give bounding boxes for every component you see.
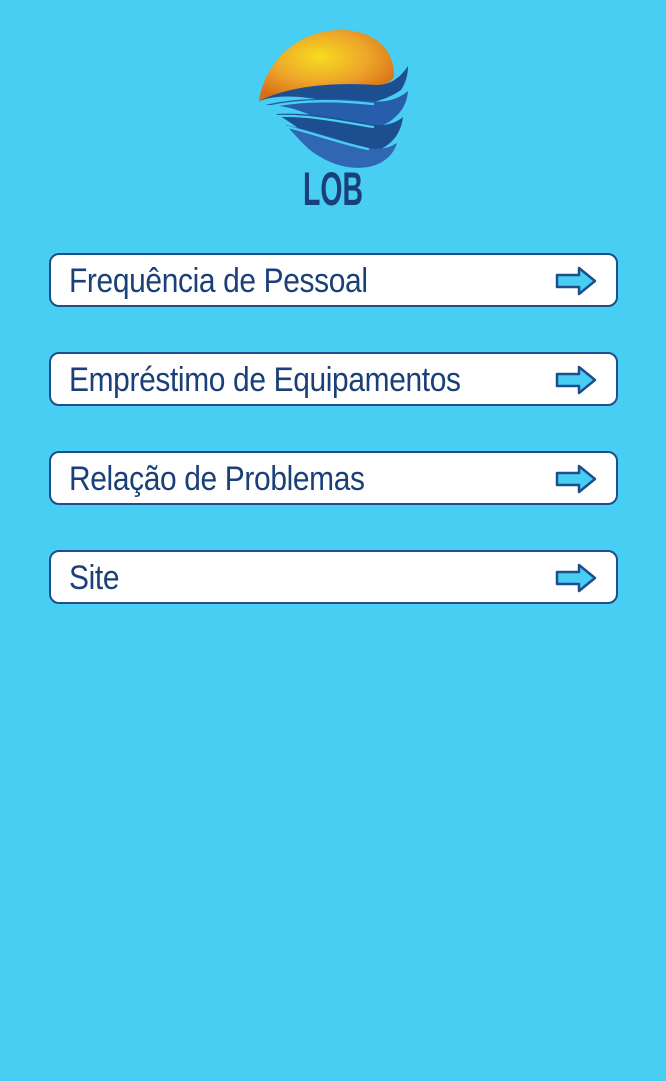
menu-item-frequencia-de-pessoal[interactable]: Frequência de Pessoal xyxy=(49,253,618,307)
menu-item-emprestimo-de-equipamentos[interactable]: Empréstimo de Equipamentos xyxy=(49,352,618,406)
menu-item-label: Empréstimo de Equipamentos xyxy=(69,361,461,399)
main-menu: Frequência de Pessoal Empréstimo de Equi… xyxy=(49,253,618,649)
lob-logo: LOB xyxy=(255,28,411,210)
arrow-right-icon xyxy=(555,365,597,395)
arrow-right-icon xyxy=(555,464,597,494)
menu-item-label: Frequência de Pessoal xyxy=(69,262,368,300)
menu-item-site[interactable]: Site xyxy=(49,550,618,604)
arrow-right-icon xyxy=(555,266,597,296)
menu-item-label: Site xyxy=(69,559,120,597)
logo-text: LOB xyxy=(303,162,363,210)
menu-item-label: Relação de Problemas xyxy=(69,460,365,498)
arrow-right-icon xyxy=(555,563,597,593)
menu-item-relacao-de-problemas[interactable]: Relação de Problemas xyxy=(49,451,618,505)
